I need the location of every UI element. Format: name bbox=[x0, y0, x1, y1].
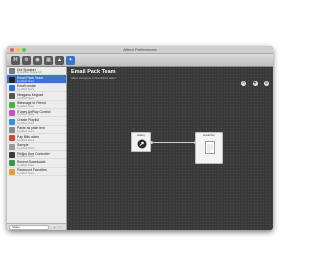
workflow-list-item[interactable]: Password Favorites by Alfred Team bbox=[7, 168, 66, 177]
workflow-item-author: by Alfred Team bbox=[17, 155, 35, 159]
workflow-list-item[interactable]: Email create by Alfred Team bbox=[7, 84, 66, 93]
workflow-icon bbox=[9, 152, 15, 159]
workflow-icon bbox=[9, 126, 15, 133]
workflow-icon bbox=[9, 93, 15, 100]
workflow-list-item[interactable]: Recent Downloads by Alfred Team bbox=[7, 159, 66, 168]
workflow-list-item[interactable]: Dot Speaker by Andrew Pepperrell bbox=[7, 67, 66, 76]
workflow-item-author: by Andrew Pepperrell bbox=[17, 71, 42, 75]
workflow-icon bbox=[9, 68, 15, 75]
workflow-list: Dot Speaker by Andrew Pepperrell Email Pac… bbox=[7, 67, 66, 177]
remove-workflow-button[interactable]: − bbox=[58, 225, 63, 230]
workflow-node-hotkey[interactable]: Hotkey bbox=[131, 132, 151, 152]
settings-gear-icon[interactable]: ⚙ bbox=[264, 81, 269, 86]
workflow-icon bbox=[9, 135, 15, 142]
workflow-list-item[interactable]: iMessage to Friend by Alfred Team bbox=[7, 101, 66, 109]
workflow-icon bbox=[9, 101, 15, 108]
workflow-search-input[interactable]: Share bbox=[9, 225, 49, 230]
workflow-item-author: by Alfred Team bbox=[17, 121, 35, 125]
workflow-list-item[interactable]: Hiragana Keypad by Alfred Team bbox=[7, 92, 66, 101]
workflow-item-author: by Alfred Team bbox=[17, 138, 35, 142]
workflow-icon bbox=[9, 160, 15, 167]
toolbar-button-general[interactable]: ⚙ bbox=[22, 56, 31, 65]
toolbar-button-workflows[interactable]: ⌘ bbox=[11, 56, 20, 65]
window-title: Alfred Preferences bbox=[123, 47, 157, 52]
toolbar-button-features[interactable]: ◉ bbox=[33, 56, 42, 65]
workflow-item-author: by Alfred Team bbox=[17, 130, 35, 134]
copy-icon[interactable]: ⎘ bbox=[241, 81, 247, 86]
workflow-item-author: by Alfred Team bbox=[17, 88, 35, 92]
workflow-icon bbox=[9, 143, 15, 150]
workflow-icon bbox=[9, 118, 15, 125]
preferences-toolbar: ⌘ ⚙ ◉ ▦ ▲ ✦ bbox=[7, 54, 273, 67]
workflow-list-sidebar: Dot Speaker by Andrew Pepperrell Email Pac… bbox=[7, 67, 67, 230]
workflow-list-item[interactable]: iTunes AirPlay Control by Alfred Team bbox=[7, 109, 66, 118]
add-workflow-button[interactable]: + bbox=[52, 225, 57, 230]
workflow-item-author: by Alfred Team bbox=[17, 172, 35, 176]
hotkey-icon bbox=[137, 139, 147, 149]
workflow-list-item[interactable]: Sample by Alfred Team bbox=[7, 143, 66, 151]
workflow-icon bbox=[9, 76, 15, 83]
workflow-list-item[interactable]: Pay Bills video by Alfred Team bbox=[7, 134, 66, 143]
alfred-preferences-window: Alfred Preferences ⌘ ⚙ ◉ ▦ ▲ ✦ Dot Speak… bbox=[7, 46, 273, 230]
connection-start-handle[interactable] bbox=[149, 140, 153, 144]
workflow-item-author: by Alfred Team bbox=[17, 163, 35, 167]
add-object-icon[interactable]: ✚ bbox=[252, 81, 258, 86]
workflow-item-author: by Alfred Team bbox=[17, 146, 35, 150]
node-label-email-file: Email File bbox=[203, 134, 215, 137]
document-icon bbox=[205, 141, 215, 154]
sidebar-footer: Share + − bbox=[7, 223, 66, 230]
workflow-description: Allow everyone in the Alfred team bbox=[71, 76, 116, 80]
workflow-list-item[interactable]: Philips Hue Controller by Alfred Team bbox=[7, 151, 66, 160]
title-bar: Alfred Preferences bbox=[7, 46, 273, 54]
workflow-item-author: by Alfred Team bbox=[17, 104, 35, 108]
workflow-item-author: by Alfred Team bbox=[17, 96, 35, 100]
workflow-list-item[interactable]: Create Playlist by Alfred Team bbox=[7, 117, 66, 126]
workflow-title: Email Pack Team bbox=[71, 69, 116, 75]
workflow-editor-canvas[interactable]: Email Pack Team Allow everyone in the Al… bbox=[67, 67, 273, 230]
toolbar-button-remote[interactable]: ▲ bbox=[55, 56, 64, 65]
toolbar-button-advanced[interactable]: ✦ bbox=[66, 56, 75, 65]
workflow-list-item[interactable]: Paste as plain text by Alfred Team bbox=[7, 126, 66, 135]
workflow-item-author: by Alfred Team bbox=[17, 79, 35, 83]
workflow-list-item[interactable]: Email Pack Team by Alfred Team bbox=[7, 75, 66, 84]
node-label-hotkey: Hotkey bbox=[136, 134, 146, 137]
toolbar-button-appearance[interactable]: ▦ bbox=[44, 56, 53, 65]
workflow-icon bbox=[9, 84, 15, 91]
workflow-header: Email Pack Team Allow everyone in the Al… bbox=[67, 67, 273, 86]
workflow-icon bbox=[9, 168, 15, 175]
workflow-icon bbox=[9, 110, 15, 117]
workflow-header-actions: ⎘ ✚ ⚙ bbox=[239, 71, 269, 86]
workflow-node-email-file[interactable]: Email File bbox=[195, 132, 223, 164]
workflow-connection[interactable] bbox=[151, 142, 195, 143]
workflow-item-author: by Alfred Team bbox=[17, 113, 35, 117]
